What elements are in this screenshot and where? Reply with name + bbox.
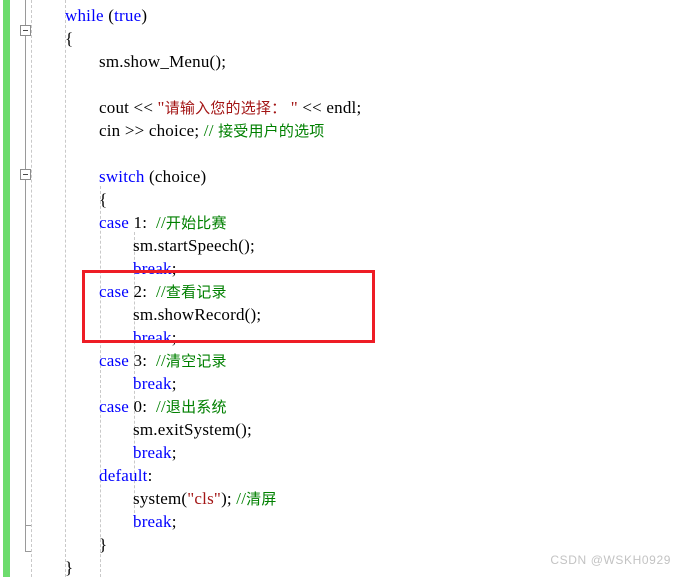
code-token: // bbox=[236, 489, 247, 508]
code-token: ; bbox=[171, 328, 177, 347]
code-line[interactable]: case 1: //开始比赛 bbox=[99, 211, 227, 234]
code-line[interactable]: case 0: //退出系统 bbox=[99, 395, 227, 418]
code-token: 0: bbox=[129, 397, 157, 416]
code-token: sm.exitSystem(); bbox=[133, 420, 252, 439]
code-line[interactable]: { bbox=[65, 27, 73, 50]
code-token: << bbox=[133, 98, 154, 117]
code-line[interactable]: break; bbox=[133, 257, 177, 280]
code-token: 开始比赛 bbox=[165, 214, 227, 232]
code-line[interactable]: } bbox=[99, 533, 107, 556]
code-line[interactable]: break; bbox=[133, 372, 177, 395]
code-token: // bbox=[156, 282, 166, 301]
code-token: } bbox=[99, 535, 108, 554]
code-line[interactable]: case 3: //清空记录 bbox=[99, 349, 227, 372]
code-token: { bbox=[99, 190, 108, 209]
code-token: default bbox=[99, 466, 148, 485]
code-token: break bbox=[133, 374, 172, 393]
code-line[interactable]: case 2: //查看记录 bbox=[99, 280, 227, 303]
code-token: 2: bbox=[129, 282, 157, 301]
code-token: 请输入您的选择： bbox=[164, 99, 287, 117]
code-token: ; bbox=[171, 443, 177, 462]
code-line[interactable]: sm.showRecord(); bbox=[133, 303, 261, 326]
code-token: break bbox=[133, 259, 172, 278]
code-line[interactable]: cin >> choice; // 接受用户的选项 bbox=[99, 119, 324, 142]
code-line[interactable]: break; bbox=[133, 441, 177, 464]
code-line[interactable]: cout << "请输入您的选择： " << endl; bbox=[99, 96, 361, 119]
code-token: break bbox=[133, 328, 172, 347]
code-token: ; bbox=[171, 374, 177, 393]
code-token: } bbox=[65, 558, 74, 577]
code-token: " bbox=[153, 98, 165, 117]
code-token: << endl; bbox=[297, 98, 362, 117]
code-token: 清空记录 bbox=[165, 352, 227, 370]
code-token: // bbox=[203, 121, 219, 140]
code-token: cin >> choice; bbox=[99, 121, 204, 140]
code-line[interactable]: sm.show_Menu(); bbox=[99, 50, 226, 73]
code-token: { bbox=[65, 29, 74, 48]
code-token: // bbox=[156, 397, 166, 416]
code-line[interactable]: default: bbox=[99, 464, 153, 487]
code-token: "cls" bbox=[187, 489, 222, 508]
code-token: 1: bbox=[129, 213, 157, 232]
code-token: sm.startSpeech(); bbox=[133, 236, 255, 255]
code-line[interactable]: break; bbox=[133, 326, 177, 349]
code-token: ( bbox=[103, 6, 115, 25]
code-line[interactable]: break; bbox=[133, 510, 177, 533]
code-token: sm.showRecord(); bbox=[133, 305, 262, 324]
code-line[interactable]: { bbox=[99, 188, 107, 211]
code-token: // bbox=[156, 213, 166, 232]
watermark-text: CSDN @WSKH0929 bbox=[550, 553, 671, 567]
code-area[interactable]: while (true) { sm.show_Menu();cout << "请输入… bbox=[0, 0, 683, 577]
code-token: ); bbox=[221, 489, 237, 508]
code-line[interactable]: system("cls"); //清屏 bbox=[133, 487, 277, 510]
code-token: case bbox=[99, 213, 130, 232]
code-token: sm.show_Menu(); bbox=[99, 52, 227, 71]
code-token: case bbox=[99, 351, 130, 370]
code-token: case bbox=[99, 282, 130, 301]
code-token: while bbox=[65, 6, 104, 25]
code-token: // bbox=[156, 351, 166, 370]
code-line[interactable]: sm.startSpeech(); bbox=[133, 234, 255, 257]
code-token: : bbox=[147, 466, 153, 485]
code-token: ; bbox=[171, 259, 177, 278]
code-token: 3: bbox=[129, 351, 157, 370]
code-token: 清屏 bbox=[246, 490, 277, 508]
code-token: (choice) bbox=[144, 167, 207, 186]
code-token: system( bbox=[133, 489, 188, 508]
code-line[interactable]: } bbox=[65, 556, 73, 577]
code-token: ; bbox=[171, 512, 177, 531]
code-editor-screenshot: while (true) { sm.show_Menu();cout << "请输入… bbox=[0, 0, 683, 577]
code-token: 接受用户的选项 bbox=[218, 122, 325, 140]
code-token: break bbox=[133, 443, 172, 462]
code-token: case bbox=[99, 397, 130, 416]
code-line[interactable]: sm.exitSystem(); bbox=[133, 418, 252, 441]
code-token: ) bbox=[141, 6, 148, 25]
code-token: cout bbox=[99, 98, 134, 117]
code-line[interactable]: while (true) bbox=[65, 4, 147, 27]
code-token: break bbox=[133, 512, 172, 531]
code-token: switch bbox=[99, 167, 145, 186]
code-line[interactable]: switch (choice) bbox=[99, 165, 206, 188]
code-token: 退出系统 bbox=[165, 398, 227, 416]
code-token: true bbox=[114, 6, 142, 25]
code-token: " bbox=[286, 98, 298, 117]
code-token: 查看记录 bbox=[165, 283, 227, 301]
